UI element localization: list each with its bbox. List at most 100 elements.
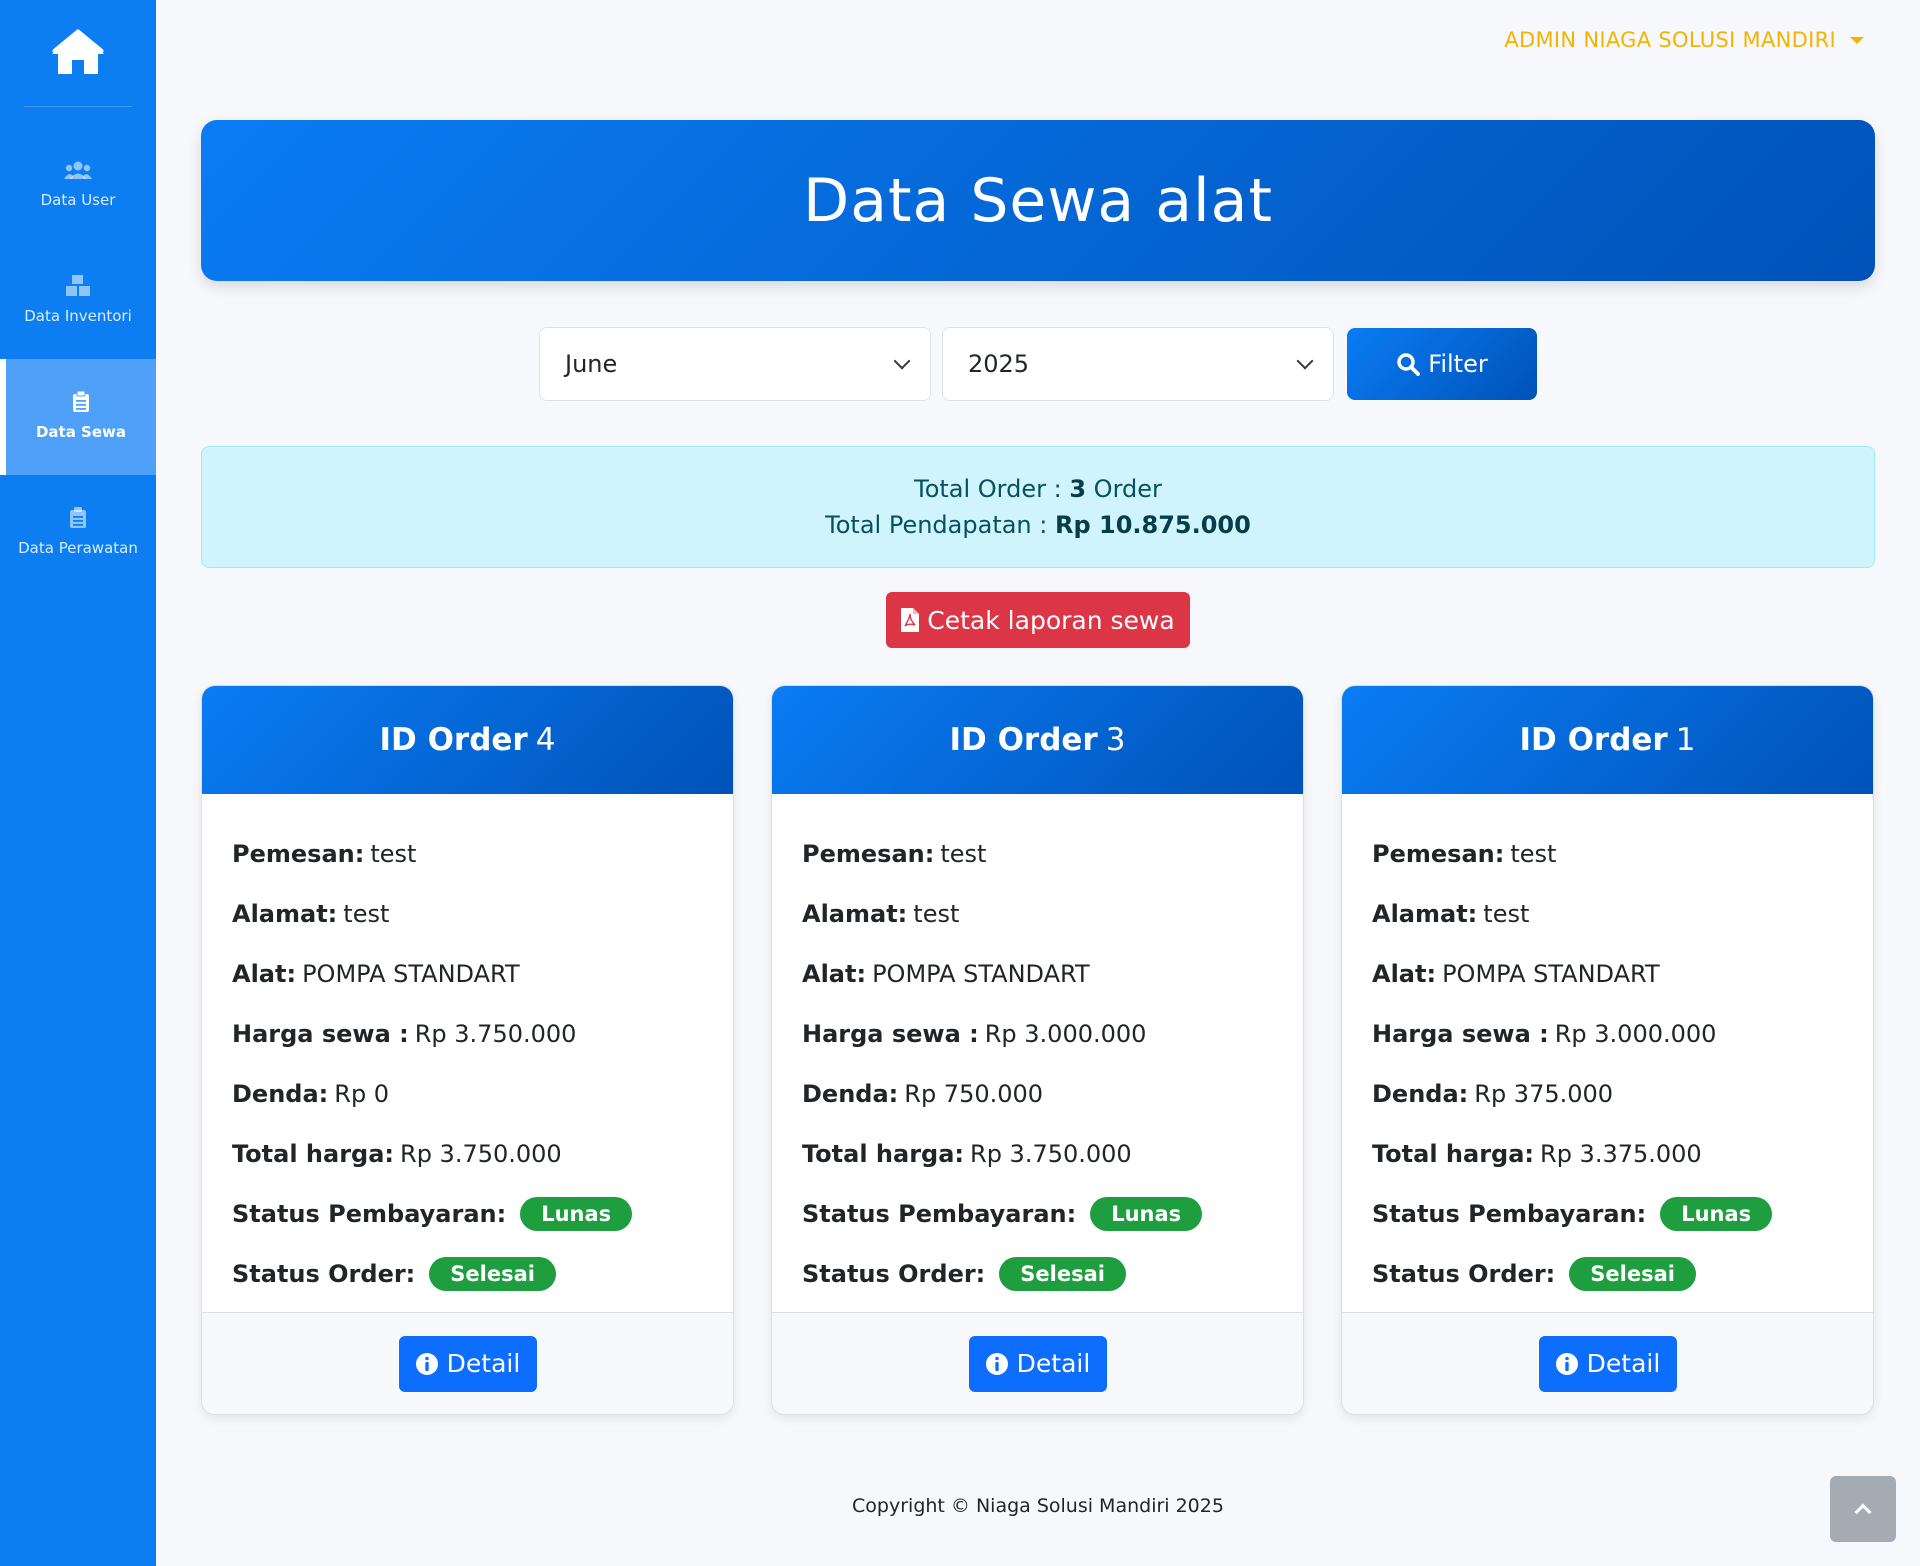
clipboard-icon <box>69 506 87 529</box>
row-pemesan: Pemesan: test <box>802 824 1273 884</box>
scroll-to-top-button[interactable] <box>1830 1476 1896 1542</box>
row-alamat: Alamat: test <box>802 884 1273 944</box>
total-label: Total harga: <box>1372 1140 1535 1168</box>
year-select-value: 2025 <box>968 350 1030 378</box>
alat-label: Alat: <box>232 960 297 988</box>
total-order-unit: Order <box>1086 475 1162 503</box>
user-dropdown[interactable]: ADMIN NIAGA SOLUSI MANDIRI <box>1504 28 1864 52</box>
row-status-order: Status Order: Selesai <box>232 1244 703 1304</box>
row-denda: Denda: Rp 375.000 <box>1372 1064 1843 1124</box>
total-label: Total harga: <box>802 1140 965 1168</box>
alat-value: POMPA STANDART <box>1442 960 1660 988</box>
print-report-button[interactable]: Cetak laporan sewa <box>886 592 1190 648</box>
sidebar-item-data-user[interactable]: Data User <box>0 127 156 243</box>
sidebar-item-label: Data User <box>40 190 116 209</box>
alamat-label: Alamat: <box>802 900 908 928</box>
order-id: 4 <box>535 722 556 758</box>
row-status-pembayaran: Status Pembayaran: Lunas <box>802 1184 1273 1244</box>
pemesan-label: Pemesan: <box>802 840 935 868</box>
user-name: ADMIN NIAGA SOLUSI MANDIRI <box>1504 28 1836 52</box>
total-income-label: Total Pendapatan : <box>825 511 1055 539</box>
row-pemesan: Pemesan: test <box>232 824 703 884</box>
page-header-banner: Data Sewa alat <box>201 120 1875 281</box>
row-pemesan: Pemesan: test <box>1372 824 1843 884</box>
caret-down-icon <box>1850 36 1864 44</box>
order-id-label: ID Order <box>949 722 1098 758</box>
users-icon <box>64 159 92 181</box>
file-pdf-icon <box>901 608 920 632</box>
harga-label: Harga sewa : <box>1372 1020 1549 1048</box>
status-pembayaran-label: Status Pembayaran: <box>1372 1200 1647 1228</box>
sidebar-item-data-inventori[interactable]: Data Inventori <box>0 243 156 359</box>
alat-label: Alat: <box>802 960 867 988</box>
row-status-order: Status Order: Selesai <box>802 1244 1273 1304</box>
alat-value: POMPA STANDART <box>302 960 520 988</box>
chevron-up-icon <box>1854 1503 1872 1521</box>
order-card-header: ID Order 1 <box>1342 686 1873 794</box>
alamat-label: Alamat: <box>1372 900 1478 928</box>
total-order-label: Total Order : <box>914 475 1070 503</box>
status-badge: Selesai <box>1569 1257 1696 1291</box>
harga-label: Harga sewa : <box>232 1020 409 1048</box>
row-alat: Alat: POMPA STANDART <box>1372 944 1843 1004</box>
alat-label: Alat: <box>1372 960 1437 988</box>
alat-value: POMPA STANDART <box>872 960 1090 988</box>
order-card: ID Order 4 Pemesan: test Alamat: test Alat:… <box>201 685 734 1415</box>
harga-label: Harga sewa : <box>802 1020 979 1048</box>
sidebar-item-data-sewa[interactable]: Data Sewa <box>0 359 156 475</box>
detail-button-label: Detail <box>1016 1349 1091 1378</box>
total-label: Total harga: <box>232 1140 395 1168</box>
pemesan-value: test <box>940 840 987 868</box>
alamat-value: test <box>343 900 390 928</box>
alamat-value: test <box>1483 900 1530 928</box>
total-income-value: Rp 10.875.000 <box>1054 511 1251 539</box>
row-alat: Alat: POMPA STANDART <box>232 944 703 1004</box>
order-id-label: ID Order <box>1519 722 1668 758</box>
row-harga: Harga sewa : Rp 3.000.000 <box>1372 1004 1843 1064</box>
order-id: 3 <box>1105 722 1126 758</box>
order-card-body: Pemesan: test Alamat: test Alat: POMPA STAN… <box>772 794 1303 1291</box>
row-alamat: Alamat: test <box>1372 884 1843 944</box>
total-order-count: 3 <box>1069 475 1087 503</box>
row-total: Total harga: Rp 3.750.000 <box>232 1124 703 1184</box>
row-harga: Harga sewa : Rp 3.000.000 <box>802 1004 1273 1064</box>
page-title: Data Sewa alat <box>803 165 1273 236</box>
detail-button[interactable]: Detail <box>968 1335 1107 1392</box>
filter-button-label: Filter <box>1428 350 1488 378</box>
row-total: Total harga: Rp 3.750.000 <box>802 1124 1273 1184</box>
row-status-pembayaran: Status Pembayaran: Lunas <box>1372 1184 1843 1244</box>
sidebar-item-data-perawatan[interactable]: Data Perawatan <box>0 475 156 591</box>
harga-value: Rp 3.000.000 <box>984 1020 1147 1048</box>
alamat-label: Alamat: <box>232 900 338 928</box>
month-select-value: June <box>565 350 618 378</box>
detail-button-label: Detail <box>446 1349 521 1378</box>
year-select[interactable]: 2025 <box>942 327 1334 401</box>
month-select[interactable]: June <box>539 327 931 401</box>
total-value: Rp 3.750.000 <box>970 1140 1132 1168</box>
sidebar-item-label: Data Sewa <box>35 422 127 441</box>
order-card-header: ID Order 3 <box>772 686 1303 794</box>
order-id: 1 <box>1675 722 1696 758</box>
filter-button[interactable]: Filter <box>1347 328 1537 400</box>
row-denda: Denda: Rp 750.000 <box>802 1064 1273 1124</box>
sidebar-item-label: Data Inventori <box>24 306 132 325</box>
brand-home-link[interactable] <box>0 0 156 106</box>
status-badge: Selesai <box>429 1257 556 1291</box>
row-status-order: Status Order: Selesai <box>1372 1244 1843 1304</box>
sidebar: Data User Data Inventori Data Sewa Data … <box>0 0 156 1566</box>
footer-copyright: Copyright © Niaga Solusi Mandiri 2025 <box>852 1495 1224 1517</box>
detail-button[interactable]: Detail <box>1538 1335 1677 1392</box>
order-card: ID Order 1 Pemesan: test Alamat: test Alat:… <box>1341 685 1874 1415</box>
order-card: ID Order 3 Pemesan: test Alamat: test Alat:… <box>771 685 1304 1415</box>
row-alamat: Alamat: test <box>232 884 703 944</box>
home-icon <box>52 29 104 74</box>
order-card-footer: Detail <box>1342 1312 1873 1414</box>
denda-label: Denda: <box>802 1080 899 1108</box>
row-total: Total harga: Rp 3.375.000 <box>1372 1124 1843 1184</box>
boxes-icon <box>65 274 91 297</box>
detail-button[interactable]: Detail <box>398 1335 537 1392</box>
status-badge: Lunas <box>1660 1197 1773 1231</box>
denda-label: Denda: <box>1372 1080 1469 1108</box>
pemesan-value: test <box>370 840 417 868</box>
sidebar-divider <box>24 106 132 107</box>
